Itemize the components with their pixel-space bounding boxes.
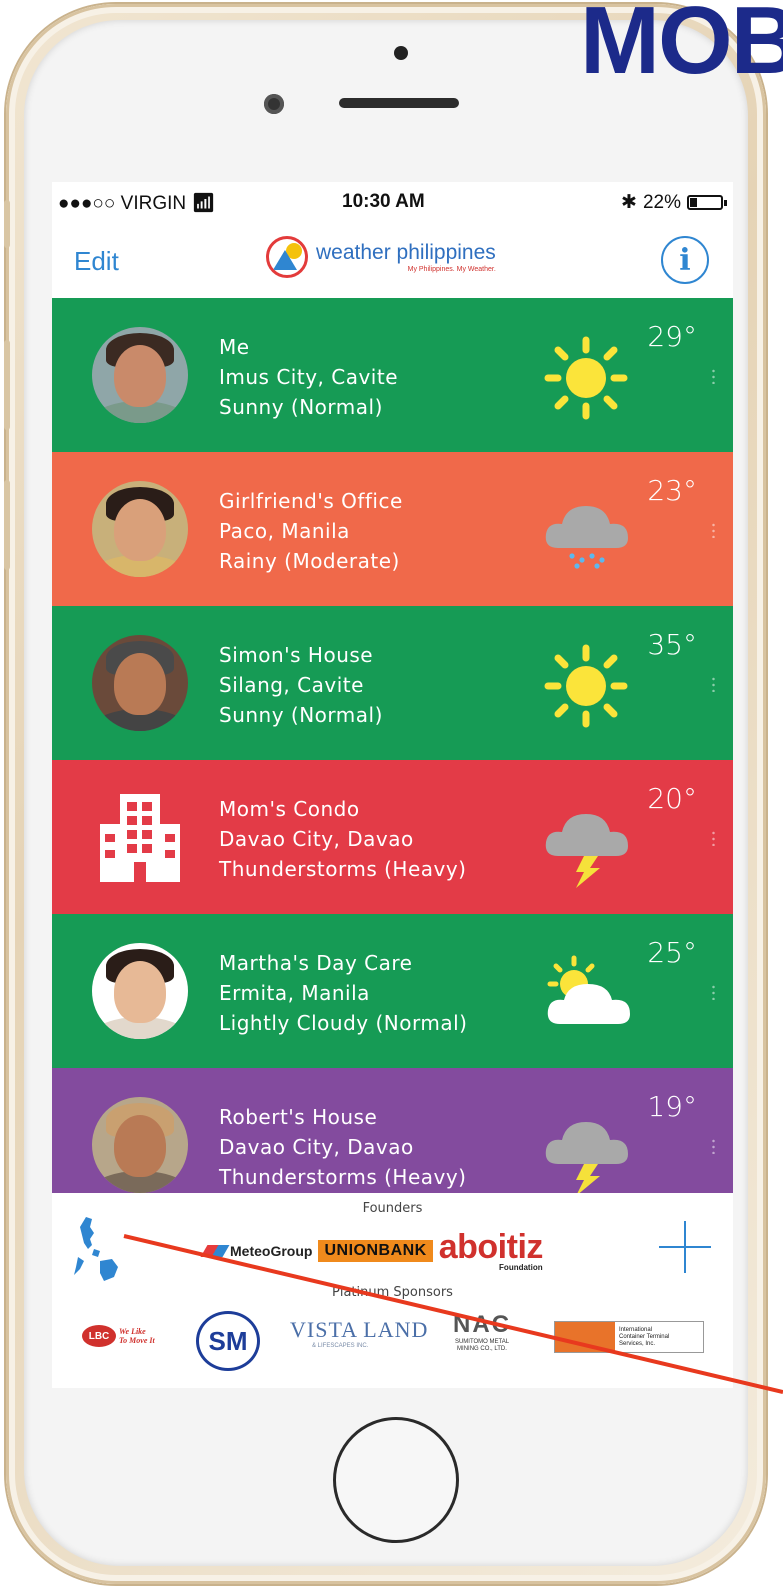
drag-handle-icon[interactable] xyxy=(712,830,715,846)
location-text: Martha's Day Care Ermita, Manila Lightly C… xyxy=(219,948,467,1038)
storm-cloud-icon xyxy=(545,814,628,888)
info-icon: i xyxy=(679,242,691,278)
home-button[interactable] xyxy=(333,1417,459,1543)
drag-handle-icon[interactable] xyxy=(712,1138,715,1154)
drag-handle-icon[interactable] xyxy=(712,676,715,692)
front-camera-icon xyxy=(264,94,284,114)
philippines-map-icon[interactable] xyxy=(72,1215,126,1285)
location-place: Paco, Manila xyxy=(219,519,350,543)
location-row[interactable]: Robert's House Davao City, Davao Thunderst… xyxy=(52,1068,733,1193)
location-condition: Thunderstorms (Heavy) xyxy=(219,1165,467,1189)
carrier-label: ●●●○○ VIRGIN 📶︎ xyxy=(58,193,216,214)
sm-logo: SM xyxy=(196,1311,260,1371)
bluetooth-icon: ✱ xyxy=(621,192,637,213)
location-text: Me Imus City, Cavite Sunny (Normal) xyxy=(219,332,398,422)
avatar xyxy=(92,327,188,423)
location-place: Imus City, Cavite xyxy=(219,365,399,389)
proximity-sensor xyxy=(394,46,408,60)
founder-logos: MeteoGroup UNIONBANK aboitiz Foundation xyxy=(200,1227,544,1272)
lbc-logo: LBC We Like To Move It xyxy=(82,1325,155,1347)
drag-handle-icon[interactable] xyxy=(712,368,715,384)
building-icon xyxy=(100,794,180,882)
avatar xyxy=(92,481,188,577)
founders-label: Founders xyxy=(362,1201,423,1216)
sun-icon xyxy=(544,336,628,420)
info-button[interactable]: i xyxy=(661,236,709,284)
avatar xyxy=(92,1097,188,1193)
location-label: Me xyxy=(219,335,250,359)
location-row[interactable]: Martha's Day Care Ermita, Manila Lightly C… xyxy=(52,914,733,1068)
aboitiz-logo: aboitiz Foundation xyxy=(438,1227,544,1272)
location-text: Girlfriend's Office Paco, Manila Rainy (Mo… xyxy=(219,486,403,576)
mute-switch xyxy=(4,200,10,248)
nac-logo: NAC SUMITOMO METAL MINING CO., LTD. xyxy=(453,1311,511,1352)
location-label: Girlfriend's Office xyxy=(219,489,403,513)
navigation-bar: Edit weather philippines My Philippines.… xyxy=(52,222,733,299)
location-label: Robert's House xyxy=(219,1105,378,1129)
battery-indicator: ✱ 22% xyxy=(621,191,727,214)
temperature: 20° xyxy=(647,782,697,815)
location-row[interactable]: Simon's House Silang, Cavite Sunny (Normal… xyxy=(52,606,733,760)
rain-cloud-icon xyxy=(545,506,628,569)
brand-tagline: My Philippines. My Weather. xyxy=(407,266,496,273)
location-label: Martha's Day Care xyxy=(219,951,413,975)
drag-handle-icon[interactable] xyxy=(712,522,715,538)
location-condition: Thunderstorms (Heavy) xyxy=(219,857,467,881)
weather-philippines-logo-icon xyxy=(266,236,308,278)
volume-up-button xyxy=(4,340,10,430)
location-condition: Lightly Cloudy (Normal) xyxy=(219,1011,468,1035)
storm-cloud-icon xyxy=(545,1122,628,1193)
battery-percent: 22% xyxy=(642,191,681,213)
location-row[interactable]: Mom's Condo Davao City, Davao Thunderstorm… xyxy=(52,760,733,914)
status-bar: ●●●○○ VIRGIN 📶︎ 10:30 AM ✱ 22% xyxy=(52,182,733,222)
add-location-button[interactable] xyxy=(659,1221,711,1273)
sponsor-logos: LBC We Like To Move It SM VISTA LAND & LI… xyxy=(78,1309,718,1373)
drag-handle-icon[interactable] xyxy=(712,984,715,1000)
earpiece-speaker xyxy=(339,98,459,108)
clock: 10:30 AM xyxy=(342,191,425,212)
location-text: Mom's Condo Davao City, Davao Thunderstorm… xyxy=(219,794,466,884)
meteogroup-logo: MeteoGroup xyxy=(200,1243,312,1259)
location-place: Ermita, Manila xyxy=(219,981,370,1005)
location-text: Robert's House Davao City, Davao Thunderst… xyxy=(219,1102,466,1192)
temperature: 25° xyxy=(647,936,697,969)
platinum-sponsors-label: Platinum Sponsors xyxy=(332,1285,453,1300)
wifi-icon: 📶︎ xyxy=(191,193,216,214)
brand-name: weather philippines xyxy=(316,241,496,264)
location-place: Davao City, Davao xyxy=(219,827,414,851)
location-label: Simon's House xyxy=(219,643,374,667)
vista-land-logo: VISTA LAND & LIFESCAPES INC. xyxy=(290,1317,429,1349)
temperature: 19° xyxy=(647,1090,697,1123)
location-list[interactable]: Me Imus City, Cavite Sunny (Normal) 29° Girl… xyxy=(52,298,733,1193)
volume-down-button xyxy=(4,480,10,570)
sun-icon xyxy=(544,644,628,728)
partly-cloudy-icon xyxy=(547,955,630,1024)
edit-button[interactable]: Edit xyxy=(74,246,119,277)
location-label: Mom's Condo xyxy=(219,797,360,821)
unionbank-logo: UNIONBANK xyxy=(318,1240,433,1262)
battery-icon xyxy=(687,195,727,210)
location-condition: Sunny (Normal) xyxy=(219,395,383,419)
avatar xyxy=(92,635,188,731)
location-text: Simon's House Silang, Cavite Sunny (Normal… xyxy=(219,640,383,730)
sponsors-footer: Founders MeteoGroup UNIONBANK aboitiz Fo… xyxy=(52,1193,733,1388)
location-place: Silang, Cavite xyxy=(219,673,364,697)
ictsi-logo: International Container Terminal Services,… xyxy=(554,1321,704,1353)
app-brand: weather philippines My Philippines. My W… xyxy=(266,236,496,278)
app-screen: ●●●○○ VIRGIN 📶︎ 10:30 AM ✱ 22% Edit weat… xyxy=(52,182,733,1388)
location-row[interactable]: Girlfriend's Office Paco, Manila Rainy (Mo… xyxy=(52,452,733,606)
temperature: 29° xyxy=(647,320,697,353)
temperature: 23° xyxy=(647,474,697,507)
overlay-heading: MOB xyxy=(580,0,783,94)
location-place: Davao City, Davao xyxy=(219,1135,414,1159)
location-condition: Sunny (Normal) xyxy=(219,703,383,727)
location-condition: Rainy (Moderate) xyxy=(219,549,400,573)
location-row[interactable]: Me Imus City, Cavite Sunny (Normal) 29° xyxy=(52,298,733,452)
avatar xyxy=(92,943,188,1039)
temperature: 35° xyxy=(647,628,697,661)
